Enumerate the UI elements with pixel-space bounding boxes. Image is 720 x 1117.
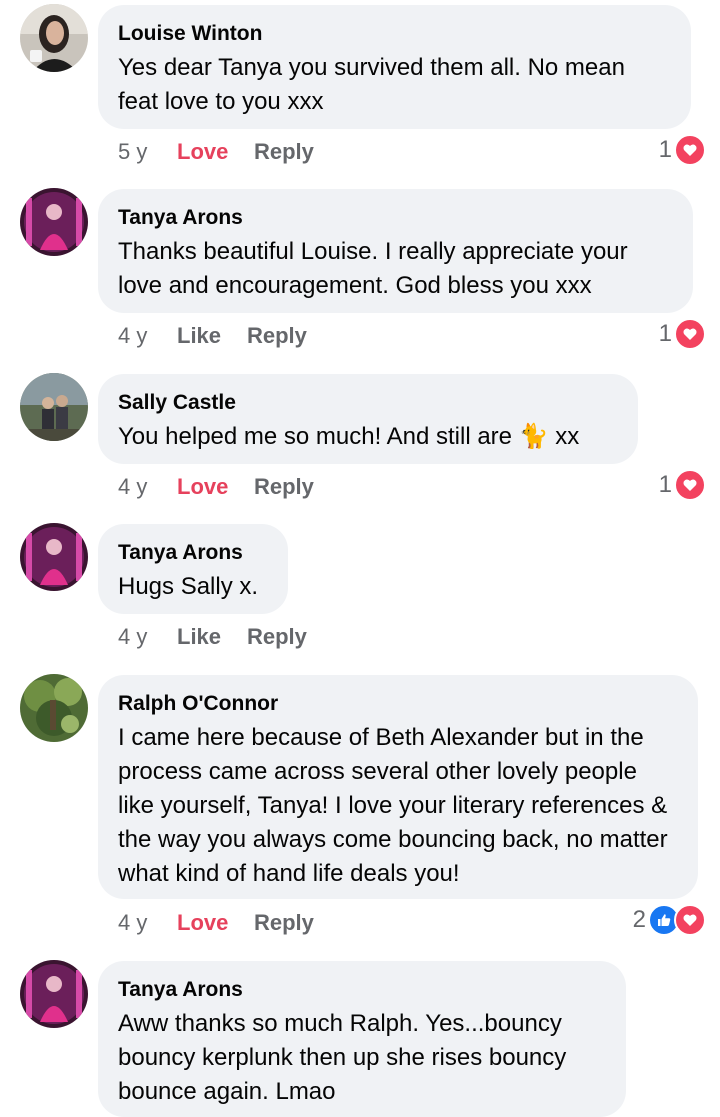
comment-timestamp[interactable]: 5 y [118,137,147,167]
love-button[interactable]: Love [177,472,228,502]
avatar-tanya-arons[interactable] [20,523,88,591]
comment-author[interactable]: Ralph O'Connor [118,691,678,717]
love-icon [674,318,706,350]
avatar-sally-castle[interactable] [20,373,88,441]
reply-button[interactable]: Reply [254,908,314,938]
comment-author[interactable]: Tanya Arons [118,540,268,566]
love-button[interactable]: Love [177,908,228,938]
reaction-count: 1 [658,136,672,163]
reply-button[interactable]: Reply [247,622,307,652]
comment-timestamp[interactable]: 4 y [118,472,147,502]
avatar-image [20,4,88,72]
love-icon [674,469,706,501]
comment-bubble[interactable]: Tanya Arons Thanks beautiful Louise. I r… [98,189,693,313]
comment-timestamp[interactable]: 4 y [118,908,147,938]
love-icon [674,134,706,166]
reaction-count: 1 [658,471,672,498]
avatar-image [20,960,88,1028]
comment-text-end: xx [548,423,580,450]
reaction-summary[interactable]: 1 [658,469,706,501]
comment: Ralph O'Connor I came here because of Be… [0,670,720,950]
avatar-image [20,373,88,441]
comment-bubble[interactable]: Ralph O'Connor I came here because of Be… [98,675,698,899]
reaction-summary[interactable]: 2 [632,904,706,936]
comment-bubble[interactable]: Tanya Arons Hugs Sally x. [98,524,288,614]
comment-text: You helped me so much! And still are 🐈 x… [118,420,618,454]
cat-emoji: 🐈 [518,423,549,450]
avatar-ralph-oconnor[interactable] [20,674,88,742]
avatar-louise-winton[interactable] [20,4,88,72]
comment: Tanya Arons Aww thanks so much Ralph. Ye… [0,955,720,1117]
comment-author[interactable]: Tanya Arons [118,205,673,231]
comment-author[interactable]: Louise Winton [118,21,671,47]
like-button[interactable]: Like [177,321,221,351]
avatar-tanya-arons[interactable] [20,960,88,1028]
reaction-count: 1 [658,320,672,347]
reply-button[interactable]: Reply [247,321,307,351]
reaction-count: 2 [632,906,646,933]
avatar-image [20,674,88,742]
comment: Tanya Arons Hugs Sally x. 4 y Like Reply [0,520,720,660]
avatar-image [20,523,88,591]
comment-text: Hugs Sally x. [118,573,259,600]
avatar-tanya-arons[interactable] [20,188,88,256]
avatar-image [20,188,88,256]
comment-bubble[interactable]: Tanya Arons Aww thanks so much Ralph. Ye… [98,961,626,1117]
comment-text: Aww thanks so much Ralph. Yes...bouncy b… [118,1010,567,1105]
reaction-summary[interactable]: 1 [658,318,706,350]
comment-author[interactable]: Tanya Arons [118,977,606,1003]
comment-timestamp[interactable]: 4 y [118,622,147,652]
comment-text: Yes dear Tanya you survived them all. No… [118,54,625,115]
comment: Tanya Arons Thanks beautiful Louise. I r… [0,185,720,360]
comment-bubble[interactable]: Sally Castle You helped me so much! And … [98,374,638,464]
reaction-summary[interactable]: 1 [658,134,706,166]
love-icon [674,904,706,936]
comment-bubble[interactable]: Louise Winton Yes dear Tanya you survive… [98,5,691,129]
comment: Sally Castle You helped me so much! And … [0,370,720,510]
reply-button[interactable]: Reply [254,137,314,167]
comment-author[interactable]: Sally Castle [118,390,618,416]
comment-timestamp[interactable]: 4 y [118,321,147,351]
comment-text: Thanks beautiful Louise. I really apprec… [118,238,628,299]
comment: Louise Winton Yes dear Tanya you survive… [0,0,720,175]
love-button[interactable]: Love [177,137,228,167]
comment-text-start: You helped me so much! And still are [118,423,519,450]
comment-text: I came here because of Beth Alexander bu… [118,724,668,887]
like-button[interactable]: Like [177,622,221,652]
reply-button[interactable]: Reply [254,472,314,502]
